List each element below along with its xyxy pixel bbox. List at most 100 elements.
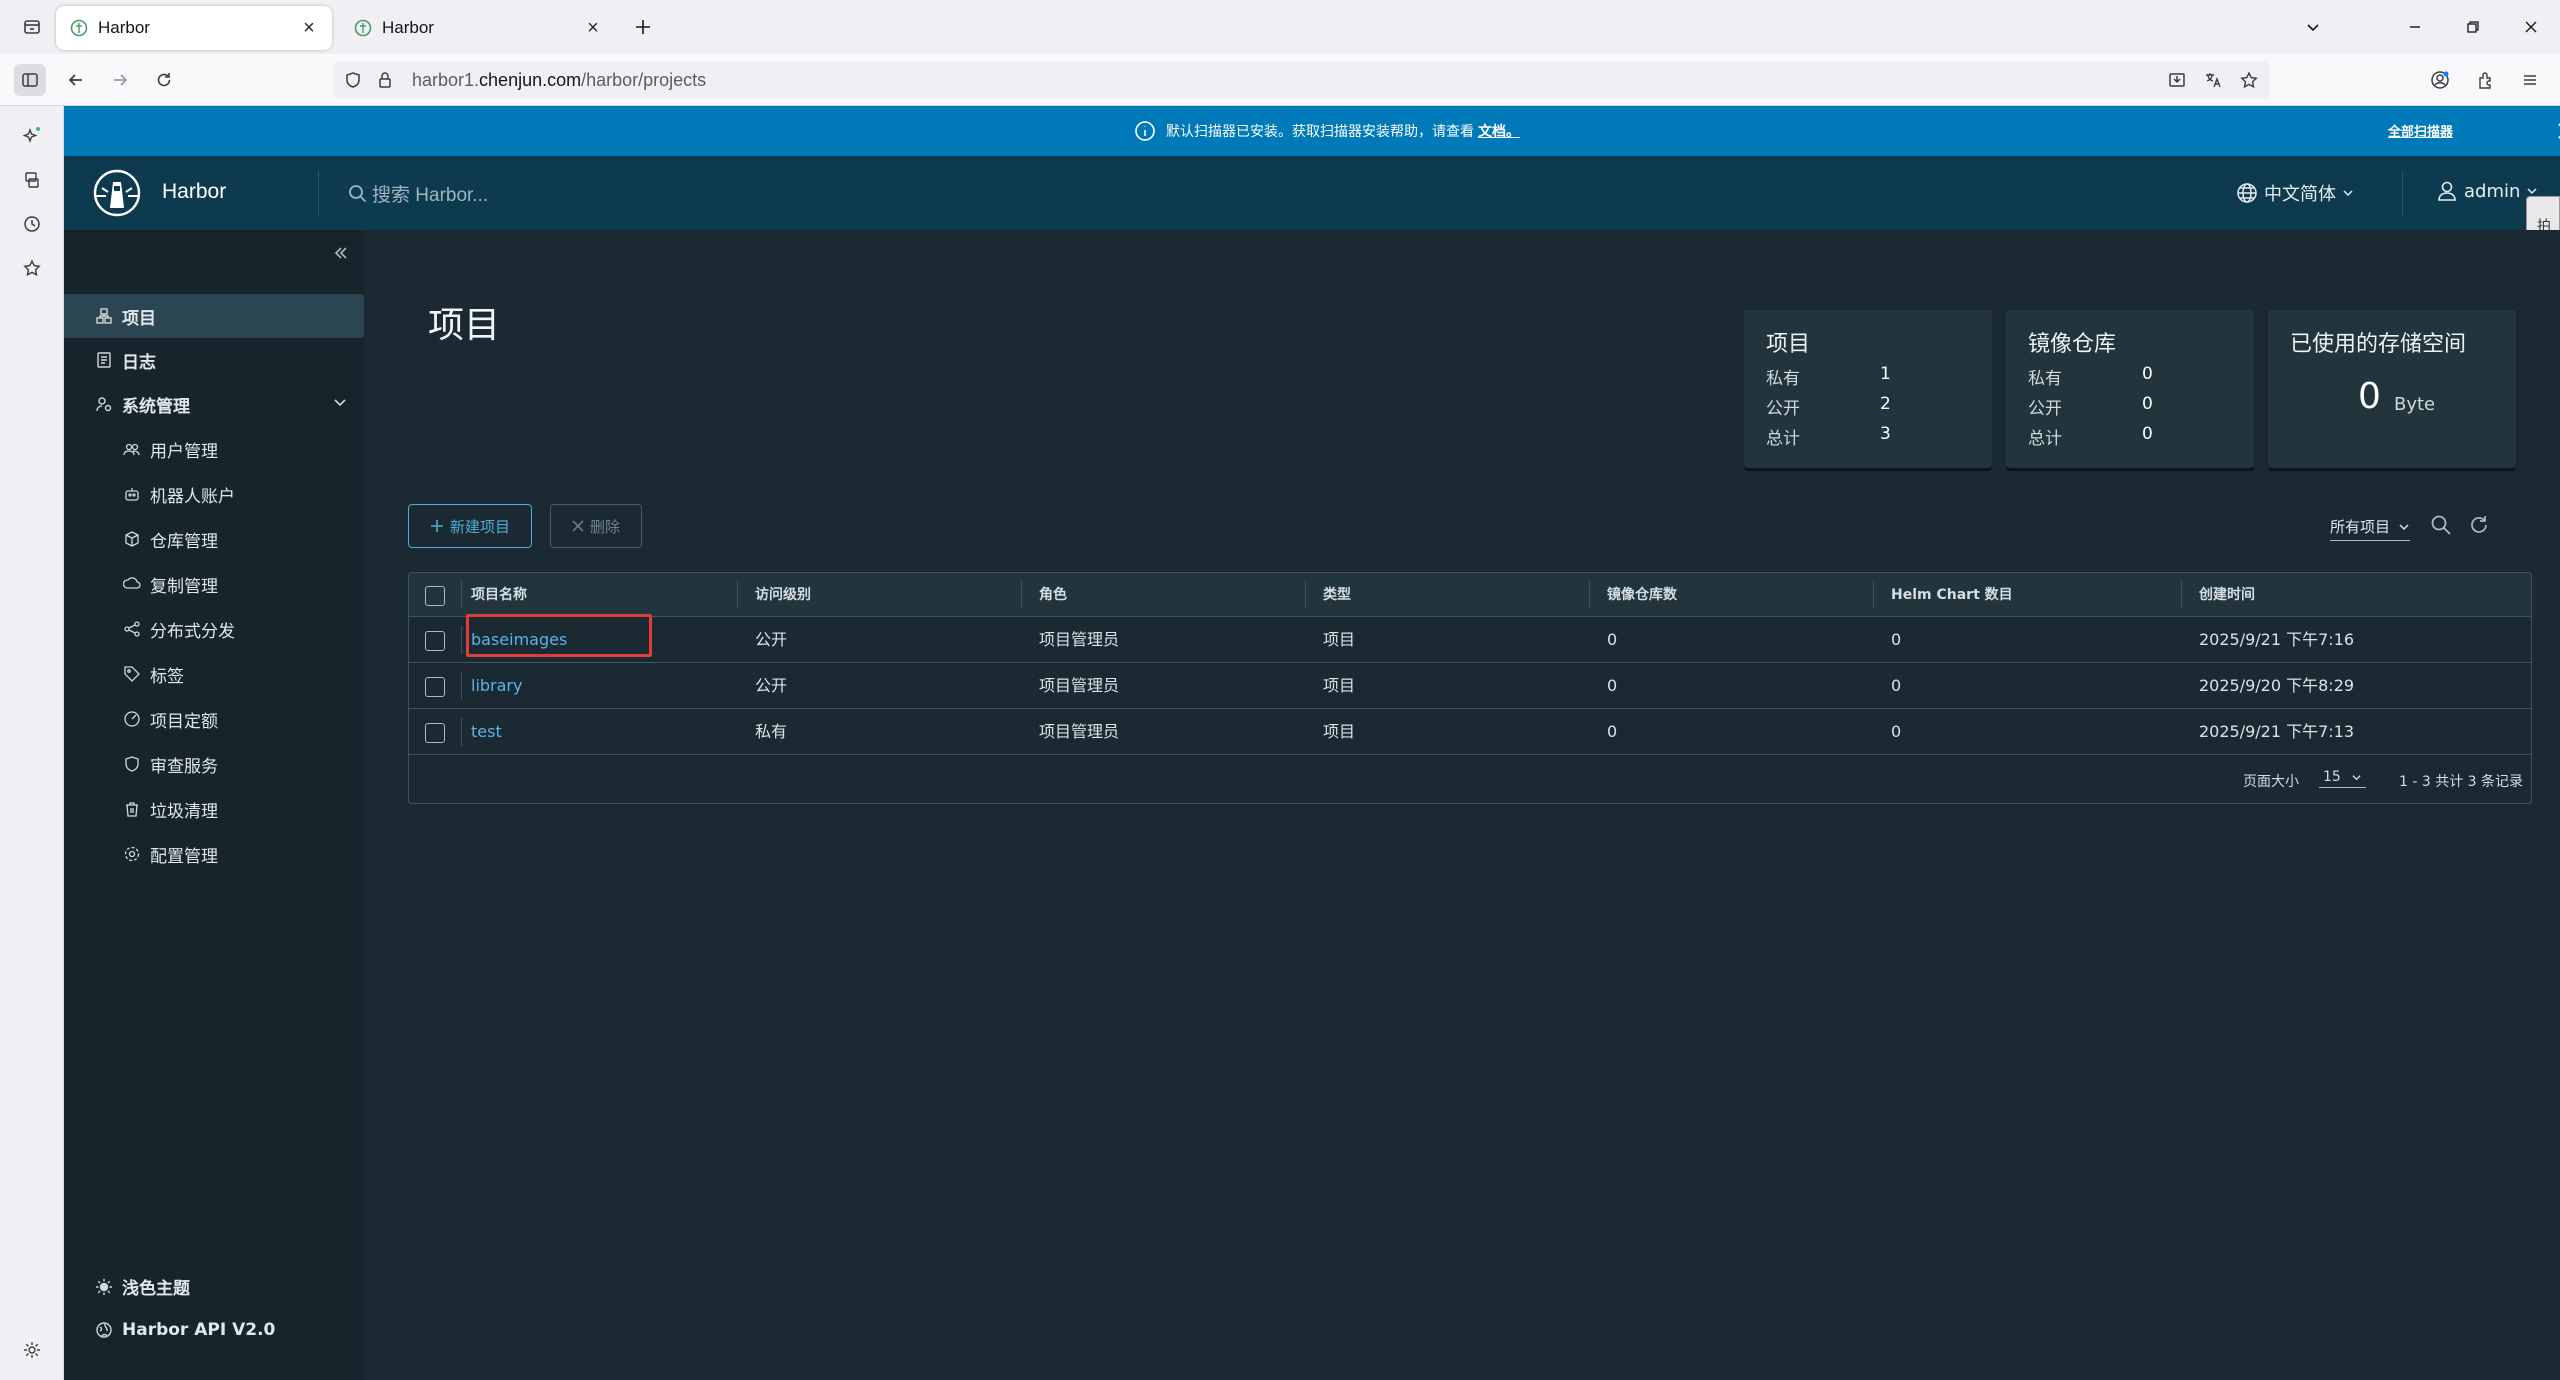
harbor-logo-icon[interactable]: [92, 168, 142, 218]
main-content: 项目 项目 私有 1 公开 2 总计 3 镜像仓库 私有 0 公开 0 总计 0…: [364, 230, 2560, 1380]
bookmarks-star-icon[interactable]: [16, 252, 48, 284]
nav-item-replications[interactable]: 复制管理: [64, 562, 364, 606]
tab-list-icon[interactable]: [16, 11, 48, 43]
sidebar-toggle-icon[interactable]: [14, 64, 46, 96]
bookmark-star-icon[interactable]: [2240, 71, 2258, 89]
tab-overflow-chevron-icon[interactable]: [2298, 12, 2328, 42]
collapse-nav-icon[interactable]: [332, 244, 350, 262]
install-app-icon[interactable]: [2168, 71, 2186, 89]
username: admin: [2464, 180, 2521, 202]
nav-item-registries[interactable]: 仓库管理: [64, 517, 364, 561]
back-arrow-icon[interactable]: [60, 64, 92, 96]
new-tab-icon[interactable]: [628, 12, 658, 42]
synced-tabs-icon[interactable]: [16, 164, 48, 196]
column-header-type[interactable]: 类型: [1323, 573, 1351, 617]
nav-item-quotas[interactable]: 项目定额: [64, 697, 364, 741]
project-chart-count: 0: [1891, 630, 1902, 649]
stat-value-total: 3: [1880, 424, 1891, 444]
language-label: 中文简体: [2264, 184, 2336, 205]
row-checkbox[interactable]: [425, 677, 445, 697]
column-header-created[interactable]: 创建时间: [2199, 573, 2255, 617]
scanner-info-banner: 默认扫描器已安装。获取扫描器安装帮助，请查看 文档。 全部扫描器: [64, 106, 2560, 156]
column-header-access[interactable]: 访问级别: [755, 573, 811, 617]
table-header: 项目名称 访问级别 角色 类型 镜像仓库数 Helm Chart 数目 创建时间: [409, 573, 2531, 617]
nav-item-configuration[interactable]: 配置管理: [64, 832, 364, 876]
forward-arrow-icon[interactable]: [104, 64, 136, 96]
storage-unit: Byte: [2394, 394, 2436, 415]
close-tab-icon[interactable]: ×: [298, 17, 320, 39]
light-theme-toggle[interactable]: 浅色主题: [94, 1274, 190, 1299]
nav-item-administration[interactable]: 系统管理: [64, 382, 364, 426]
minimize-icon[interactable]: [2400, 12, 2430, 42]
page-size-select[interactable]: 15: [2319, 769, 2366, 788]
table-row[interactable]: library 公开 项目管理员 项目 0 0 2025/9/20 下午8:29: [409, 663, 2531, 709]
nav-item-logs[interactable]: 日志: [64, 338, 364, 382]
banner-text: 默认扫描器已安装。获取扫描器安装帮助，请查看: [1166, 123, 1474, 139]
nav-item-labels[interactable]: 标签: [64, 652, 364, 696]
refresh-icon[interactable]: [2468, 514, 2490, 536]
project-type: 项目: [1323, 722, 1356, 741]
banner-close-all-link[interactable]: 全部扫描器: [2388, 121, 2453, 140]
project-name-link[interactable]: library: [471, 663, 522, 709]
history-clock-icon[interactable]: [16, 208, 48, 240]
nav-item-interrogation-services[interactable]: 审查服务: [64, 742, 364, 786]
new-project-button[interactable]: 新建项目: [408, 504, 532, 548]
extensions-icon[interactable]: [2470, 64, 2502, 96]
search-input[interactable]: 搜索 Harbor...: [372, 180, 488, 207]
language-selector[interactable]: 中文简体: [2236, 180, 2354, 206]
stat-label-private: 私有: [2028, 369, 2062, 389]
column-header-name[interactable]: 项目名称: [471, 573, 527, 617]
ai-sparkle-icon[interactable]: [16, 120, 48, 152]
reload-icon[interactable]: [148, 64, 180, 96]
delete-button[interactable]: 删除: [550, 504, 642, 548]
user-menu[interactable]: admin: [2436, 180, 2538, 202]
table-row[interactable]: baseimages 公开 项目管理员 项目 0 0 2025/9/21 下午7…: [409, 617, 2531, 663]
column-header-charts[interactable]: Helm Chart 数目: [1891, 573, 2013, 617]
project-name-link[interactable]: test: [471, 709, 502, 755]
select-all-checkbox[interactable]: [425, 586, 445, 606]
replication-icon: [122, 574, 142, 594]
restore-icon[interactable]: [2458, 12, 2488, 42]
translate-icon[interactable]: [2204, 71, 2222, 89]
project-access: 公开: [755, 676, 788, 695]
row-checkbox[interactable]: [425, 723, 445, 743]
lock-icon[interactable]: [376, 71, 394, 89]
account-icon[interactable]: [2424, 64, 2456, 96]
customize-gear-icon[interactable]: [16, 1334, 48, 1366]
repos-stat-card: 镜像仓库 私有 0 公开 0 总计 0: [2006, 310, 2254, 468]
stat-value-public: 2: [1880, 394, 1891, 414]
new-project-label: 新建项目: [449, 517, 510, 536]
menu-icon[interactable]: [2514, 64, 2546, 96]
api-explorer-link[interactable]: Harbor API V2.0: [94, 1320, 275, 1340]
project-filter-select[interactable]: 所有项目: [2330, 516, 2411, 541]
row-checkbox[interactable]: [425, 631, 445, 651]
browser-tab-bar: Harbor × Harbor ×: [0, 0, 2560, 54]
filter-search-icon[interactable]: [2430, 514, 2452, 536]
global-search[interactable]: 搜索 Harbor...: [348, 180, 488, 207]
nav-item-projects[interactable]: 项目: [64, 294, 364, 338]
close-window-icon[interactable]: [2516, 12, 2546, 42]
close-banner-icon[interactable]: [2552, 117, 2560, 145]
nav-item-users[interactable]: 用户管理: [64, 427, 364, 471]
nav-item-distributions[interactable]: 分布式分发: [64, 607, 364, 651]
nav-item-gc[interactable]: 垃圾清理: [64, 787, 364, 831]
close-tab-icon[interactable]: ×: [582, 17, 604, 39]
browser-tab-active[interactable]: Harbor ×: [56, 6, 332, 50]
column-header-role[interactable]: 角色: [1039, 573, 1067, 617]
api-label: Harbor API V2.0: [122, 1320, 276, 1340]
column-separator: [461, 672, 462, 700]
nav-item-robot-accounts[interactable]: 机器人账户: [64, 472, 364, 516]
shield-icon[interactable]: [344, 71, 362, 89]
column-separator: [1305, 581, 1306, 609]
banner-doc-link[interactable]: 文档。: [1478, 121, 1520, 141]
projects-stat-card: 项目 私有 1 公开 2 总计 3: [1744, 310, 1992, 468]
app-title[interactable]: Harbor: [162, 180, 226, 204]
project-created-time: 2025/9/20 下午8:29: [2199, 676, 2355, 695]
address-bar[interactable]: harbor1.chenjun.com/harbor/projects: [334, 61, 2270, 99]
column-header-repos[interactable]: 镜像仓库数: [1607, 573, 1677, 617]
browser-tab[interactable]: Harbor ×: [340, 6, 616, 50]
page-title: 项目: [428, 305, 501, 346]
table-row[interactable]: test 私有 项目管理员 项目 0 0 2025/9/21 下午7:13: [409, 709, 2531, 755]
annotation-highlight-box: [466, 614, 652, 657]
sun-icon: [94, 1277, 114, 1297]
